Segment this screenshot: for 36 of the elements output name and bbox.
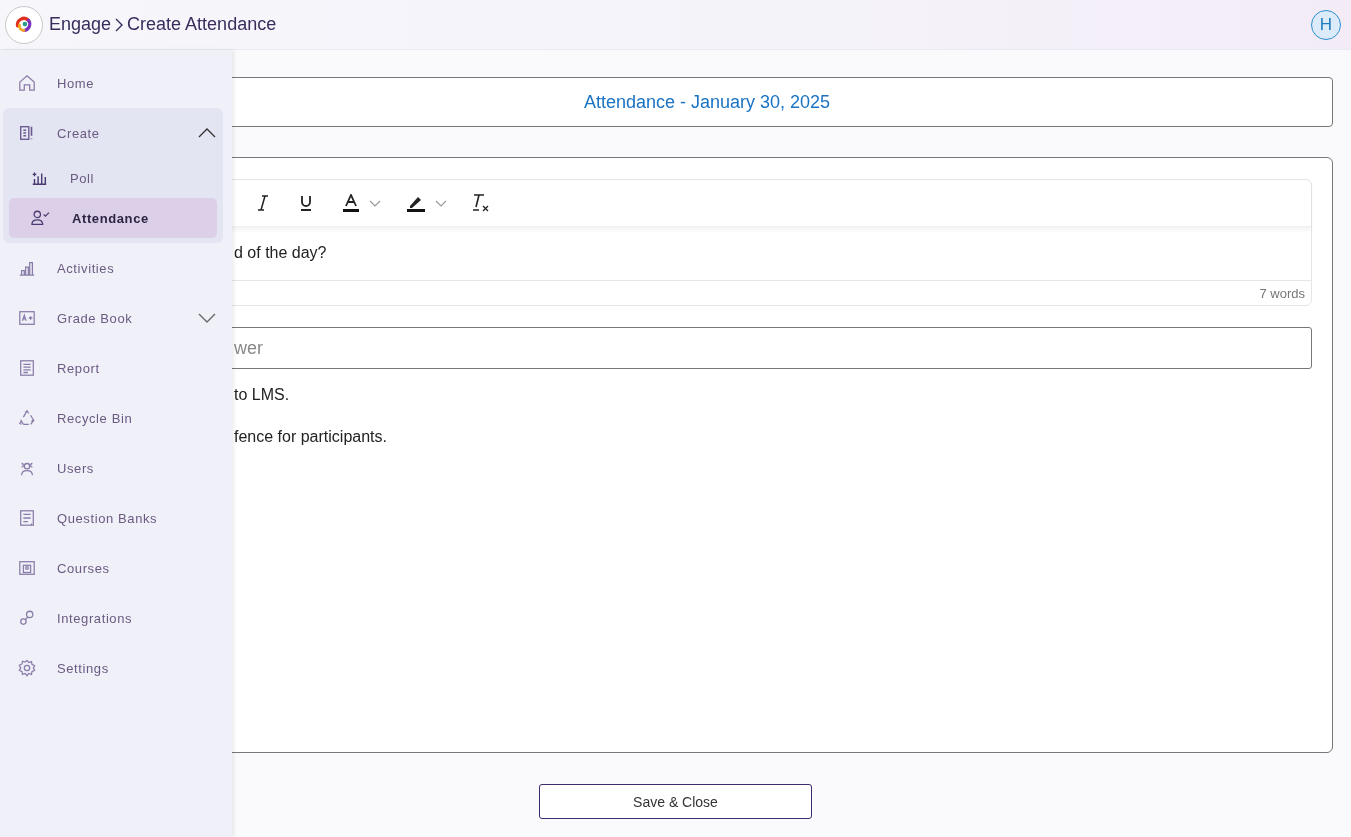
menu-item[interactable]: Courses: [0, 543, 232, 593]
user-avatar[interactable]: H: [1311, 9, 1341, 40]
user-check-icon: [30, 209, 50, 227]
italic-icon[interactable]: [257, 195, 269, 211]
document-icon: [18, 359, 36, 377]
caret-icon[interactable]: [435, 199, 447, 207]
note-text: to LMS.: [234, 386, 291, 404]
save-close-button[interactable]: Save & Close: [539, 784, 812, 819]
note-text: fence for participants.: [234, 428, 388, 446]
menu-item[interactable]: Question Banks: [0, 493, 232, 543]
home-icon: [18, 74, 36, 92]
caret-icon[interactable]: [369, 199, 381, 207]
list-icon: [18, 509, 36, 527]
board-icon: [18, 559, 36, 577]
bar-chart-icon: [18, 259, 36, 277]
recycle-icon: [18, 409, 36, 427]
question-text: d of the day?: [234, 244, 327, 261]
menu-item[interactable]: Recycle Bin: [0, 393, 232, 443]
chevron-right-icon: [115, 17, 124, 32]
app-logo[interactable]: [5, 5, 43, 44]
submenu-item[interactable]: Attendance: [9, 198, 217, 238]
word-count: 7 words: [1259, 285, 1305, 301]
menu-item[interactable]: Integrations: [0, 593, 232, 643]
menu-item[interactable]: Settings: [0, 643, 232, 693]
clear-format-icon[interactable]: [473, 194, 489, 212]
attendance-title: Attendance - January 30, 2025: [583, 91, 831, 113]
underline-icon[interactable]: [299, 195, 313, 211]
menu-item[interactable]: Users: [0, 443, 232, 493]
page-title: Create Attendance: [127, 14, 277, 35]
highlighter-icon[interactable]: [407, 194, 425, 212]
chevron-down-icon[interactable]: [198, 313, 216, 323]
grade-icon: [18, 309, 36, 327]
chevron-up-icon[interactable]: [198, 128, 216, 138]
text-color-icon[interactable]: [343, 194, 359, 212]
breadcrumb-link[interactable]: Engage: [49, 14, 112, 35]
settings-icon: [18, 659, 36, 677]
